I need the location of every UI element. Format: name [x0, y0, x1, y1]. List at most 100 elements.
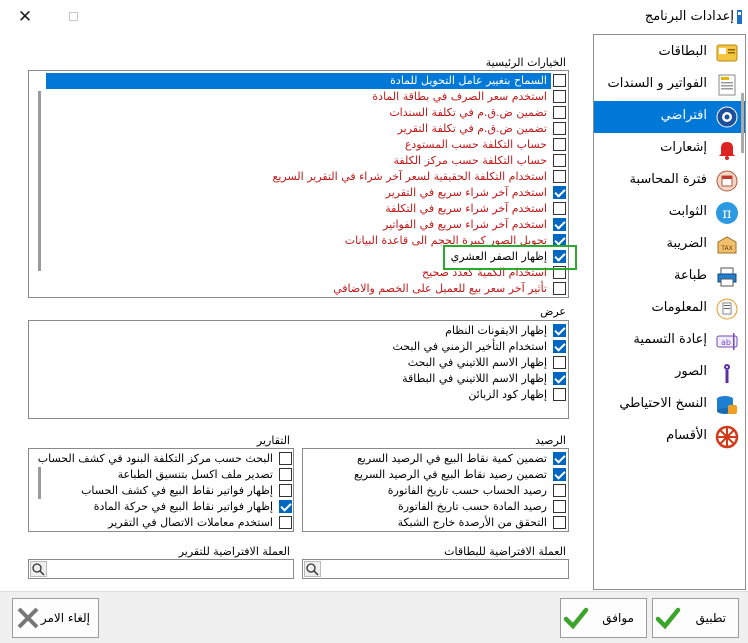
close-window-button[interactable]: ✕	[14, 8, 36, 26]
cancel-button[interactable]: إلغاء الامر	[12, 598, 99, 638]
list-item[interactable]: تضمين ض.ق.م في تكلفة التقرير	[46, 121, 566, 137]
option-label: رصيد المادة حسب تاريخ الفاتورة	[398, 500, 547, 513]
list-item[interactable]: استخدم سعر الصرف في بطاقة المادة	[46, 89, 566, 105]
nav-scrollbar[interactable]	[741, 93, 744, 493]
list-item[interactable]: التحقق من الأرصدة خارج الشبكة	[304, 515, 566, 531]
checkbox[interactable]	[553, 90, 566, 103]
list-item[interactable]: إظهار فواتير نقاط البيع في حركة المادة	[30, 499, 292, 515]
nav-item-images[interactable]: الصور	[594, 357, 745, 389]
app-icon	[737, 10, 742, 24]
list-item[interactable]: إظهار الاسم اللاتيني في البطاقة	[46, 371, 566, 387]
search-icon[interactable]	[30, 561, 47, 577]
checkbox[interactable]	[279, 500, 292, 513]
checkbox[interactable]	[553, 500, 566, 513]
ok-label: موافق	[602, 611, 634, 625]
nav-item-tax[interactable]: TAX الضريبة	[594, 229, 745, 261]
checkbox[interactable]	[553, 170, 566, 183]
list-item[interactable]: البحث حسب مركز التكلفة البنود في كشف الح…	[30, 451, 292, 467]
checkbox[interactable]	[553, 340, 566, 353]
checkbox[interactable]	[553, 138, 566, 151]
checkbox[interactable]	[279, 484, 292, 497]
list-item[interactable]: إظهار الايقونات النظام	[46, 323, 566, 339]
nav-label: إعادة التسمية	[633, 332, 707, 347]
list-item[interactable]: إظهار كود الزبائن	[46, 387, 566, 403]
main-options-scrollbar[interactable]	[38, 91, 41, 271]
calendar-icon	[716, 170, 738, 192]
list-item[interactable]: تضمين كمية نقاط البيع في الرصيد السريع	[304, 451, 566, 467]
apply-button[interactable]: تطبيق	[652, 598, 739, 638]
maximize-window-button[interactable]	[62, 8, 84, 26]
option-label: تضمين ض.ق.م في تكلفة السندات	[389, 106, 547, 119]
list-item[interactable]: حساب التكلفة حسب مركز الكلفة	[46, 153, 566, 169]
checkbox[interactable]	[553, 356, 566, 369]
nav-item-info[interactable]: المعلومات	[594, 293, 745, 325]
checkbox[interactable]	[279, 516, 292, 529]
list-item[interactable]: تأثير آخر سعر بيع للعميل على الخصم والاض…	[46, 281, 566, 297]
option-label: إظهار الاسم اللاتيني في البحث	[407, 356, 547, 369]
checkbox[interactable]	[553, 452, 566, 465]
nav-item-backup[interactable]: النسخ الاحتياطي	[594, 389, 745, 421]
database-backup-icon	[717, 396, 737, 414]
checkbox[interactable]	[553, 186, 566, 199]
option-label: استخدم معاملات الاتصال في التقرير	[108, 516, 273, 529]
nav-item-notifications[interactable]: إشعارات	[594, 133, 745, 165]
list-item[interactable]: استخدام التكلفة الحقيقية لسعر آخر شراء ف…	[46, 169, 566, 185]
search-icon[interactable]	[304, 561, 321, 577]
nav-label: البطاقات	[658, 44, 707, 59]
list-item[interactable]: استخدم معاملات الاتصال في التقرير	[30, 515, 292, 531]
option-label: تأثير آخر سعر بيع للعميل على الخصم والاض…	[333, 282, 547, 295]
checkbox[interactable]	[553, 516, 566, 529]
checkbox[interactable]	[553, 484, 566, 497]
list-item[interactable]: تضمين رصيد نقاط البيع في الرصيد السريع	[304, 467, 566, 483]
checkbox[interactable]	[553, 202, 566, 215]
checkbox[interactable]	[553, 468, 566, 481]
checkbox[interactable]	[553, 74, 566, 87]
option-label: تصدير ملف اكسل بتنسيق الطباعة	[117, 468, 273, 481]
view-label: عرض	[540, 305, 566, 318]
nav-item-bills[interactable]: الفواتير و السندات	[594, 69, 745, 101]
checkbox[interactable]	[553, 106, 566, 119]
button-bar: تطبيق موافق إلغاء الامر	[0, 591, 748, 643]
checkbox[interactable]	[553, 324, 566, 337]
checkbox[interactable]	[553, 154, 566, 167]
nav-item-constants[interactable]: π الثوابت	[594, 197, 745, 229]
ok-button[interactable]: موافق	[560, 598, 647, 638]
main-options-label: الخيارات الرئيسية	[485, 56, 566, 69]
cancel-label: إلغاء الامر	[40, 611, 90, 625]
checkbox[interactable]	[553, 122, 566, 135]
list-item[interactable]: استخدم آخر شراء سريع في الفواتير	[46, 217, 566, 233]
list-item[interactable]: تصدير ملف اكسل بتنسيق الطباعة	[30, 467, 292, 483]
nav-item-cards[interactable]: البطاقات	[594, 37, 745, 69]
option-label: التحقق من الأرصدة خارج الشبكة	[397, 516, 547, 529]
list-item[interactable]: حساب التكلفة حسب المستودع	[46, 137, 566, 153]
nav-item-rename[interactable]: ab إعادة التسمية	[594, 325, 745, 357]
nav-item-default[interactable]: افتراضي	[594, 101, 745, 133]
default-currency-report-field[interactable]	[28, 559, 294, 579]
nav-item-sections[interactable]: الأقسام	[594, 421, 745, 453]
checkbox[interactable]	[553, 218, 566, 231]
list-item[interactable]: رصيد الحساب حسب تاريخ الفاتورة	[304, 483, 566, 499]
list-item[interactable]: إظهار فواتير نقاط البيع في كشف الحساب	[30, 483, 292, 499]
info-icon	[716, 298, 738, 320]
cards-icon	[716, 44, 738, 62]
nav-item-print[interactable]: طباعة	[594, 261, 745, 293]
gear-icon	[716, 106, 738, 128]
list-item[interactable]: استخدم آخر شراء سريع في التكلفة	[46, 201, 566, 217]
list-item[interactable]: تضمين ض.ق.م في تكلفة السندات	[46, 105, 566, 121]
default-currency-cards-field[interactable]	[302, 559, 569, 579]
nav-item-accounting-period[interactable]: فترة المحاسبة	[594, 165, 745, 197]
list-item[interactable]: استخدام التأخير الزمني في البحث	[46, 339, 566, 355]
checkbox[interactable]	[553, 372, 566, 385]
list-item[interactable]: رصيد المادة حسب تاريخ الفاتورة	[304, 499, 566, 515]
checkbox[interactable]	[553, 388, 566, 401]
option-label: تضمين كمية نقاط البيع في الرصيد السريع	[356, 452, 547, 465]
checkbox[interactable]	[279, 468, 292, 481]
list-item[interactable]: إظهار الاسم اللاتيني في البحث	[46, 355, 566, 371]
option-label: استخدم آخر شراء سريع في التقرير	[385, 186, 547, 199]
list-item[interactable]: السماح بتغيير عامل التحويل للمادة	[46, 73, 566, 89]
checkbox[interactable]	[553, 282, 566, 295]
list-item[interactable]: استخدم آخر شراء سريع في التقرير	[46, 185, 566, 201]
nav-label: الضريبة	[666, 236, 707, 251]
checkbox[interactable]	[279, 452, 292, 465]
option-label: إظهار الاسم اللاتيني في البطاقة	[402, 372, 547, 385]
